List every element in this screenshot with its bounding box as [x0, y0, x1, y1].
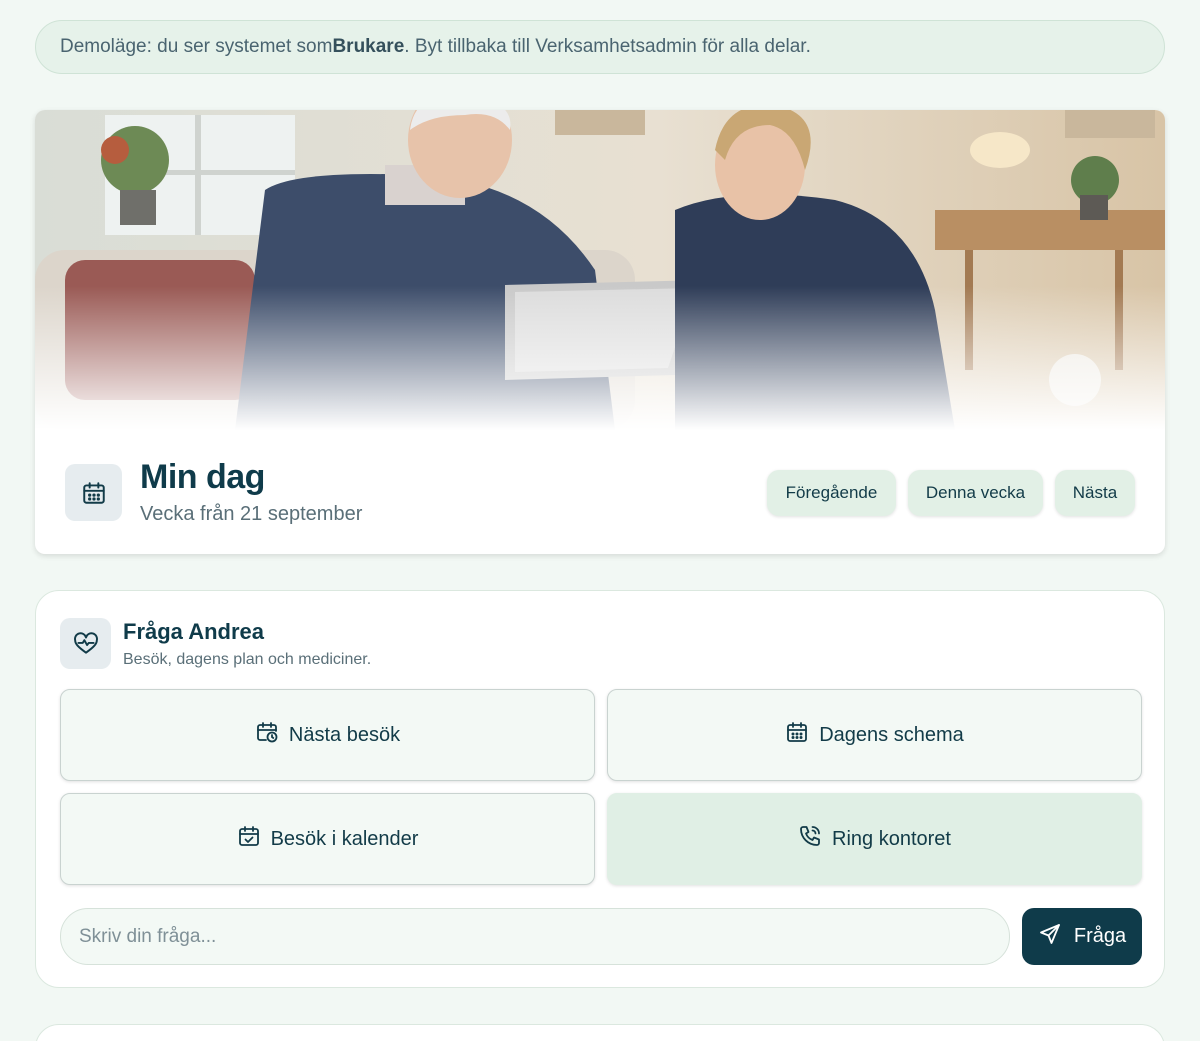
call-office-button[interactable]: Ring kontoret — [607, 793, 1142, 885]
banner-prefix: Demoläge: du ser systemet som — [60, 36, 333, 57]
calendar-icon — [785, 720, 809, 750]
my-day-card: Min dag Vecka från 21 september Föregåen… — [35, 110, 1165, 554]
todays-schedule-label: Dagens schema — [819, 723, 964, 746]
next-visit-label: Nästa besök — [288, 723, 401, 746]
demo-mode-banner: Demoläge: du ser systemet som Brukare . … — [35, 20, 1165, 74]
next-visit-button[interactable]: Nästa besök — [60, 689, 595, 781]
send-icon — [1038, 922, 1062, 952]
week-subtitle: Vecka från 21 september — [140, 503, 363, 525]
ask-submit-label: Fråga — [1073, 925, 1127, 947]
ask-title: Fråga Andrea — [123, 619, 265, 644]
ask-submit-button[interactable]: Fråga — [1022, 908, 1142, 965]
ask-assistant-card: Fråga Andrea Besök, dagens plan och medi… — [35, 590, 1165, 988]
banner-suffix: . Byt tillbaka till Verksamhetsadmin för… — [404, 36, 811, 57]
heart-pulse-icon — [60, 618, 111, 669]
previous-week-button[interactable]: Föregående — [767, 470, 896, 516]
calendar-check-icon — [237, 824, 261, 854]
page-title: Min dag — [140, 458, 265, 496]
calendar-icon — [65, 464, 122, 521]
calendar-visits-button[interactable]: Besök i kalender — [60, 793, 595, 885]
todays-schedule-button[interactable]: Dagens schema — [607, 689, 1142, 781]
this-week-button[interactable]: Denna vecka — [908, 470, 1043, 516]
calendar-visits-label: Besök i kalender — [270, 827, 419, 850]
phone-icon — [798, 824, 822, 854]
next-section-card — [35, 1024, 1165, 1041]
question-input[interactable] — [60, 908, 1010, 965]
calendar-clock-icon — [255, 720, 279, 750]
call-office-label: Ring kontoret — [832, 827, 951, 850]
hero-image — [35, 110, 1165, 430]
next-week-button[interactable]: Nästa — [1055, 470, 1135, 516]
banner-role: Brukare — [332, 36, 405, 57]
ask-subtitle: Besök, dagens plan och mediciner. — [123, 651, 372, 668]
